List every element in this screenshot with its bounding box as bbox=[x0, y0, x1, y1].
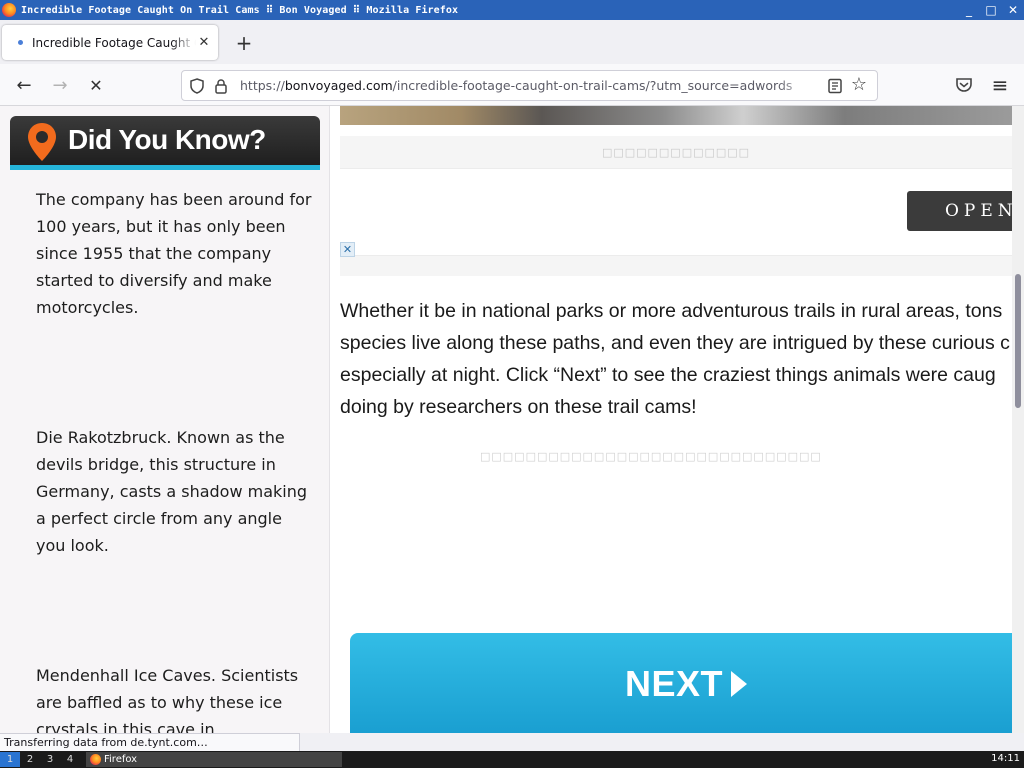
workspace-1[interactable]: 1 bbox=[0, 752, 20, 767]
article-column: □□□□□□□□□□□□□ OPEN ✕ Whether it be in na… bbox=[340, 106, 1022, 733]
page-content: Did You Know? The company has been aroun… bbox=[0, 106, 1024, 733]
workspace-3[interactable]: 3 bbox=[40, 752, 60, 767]
scrollbar-thumb[interactable] bbox=[1015, 274, 1021, 408]
url-scheme: https:// bbox=[240, 78, 285, 93]
url-path: /incredible-footage-caught-on-trail-cams… bbox=[392, 78, 793, 93]
ad-open-button[interactable]: OPEN bbox=[907, 191, 1019, 231]
next-button-label: NEXT bbox=[624, 663, 723, 704]
did-you-know-header: Did You Know? bbox=[10, 116, 320, 170]
firefox-taskbar-icon bbox=[90, 754, 101, 765]
minimize-button[interactable]: _ bbox=[958, 0, 980, 20]
article-line: especially at night. Click “Next” to see… bbox=[340, 364, 996, 386]
fact-text-1: The company has been around for 100 year… bbox=[36, 190, 312, 317]
status-panel: Transferring data from de.tynt.com… bbox=[0, 733, 300, 751]
tab-close-button[interactable]: ✕ bbox=[196, 34, 212, 50]
next-button[interactable]: NEXT bbox=[350, 633, 1022, 733]
os-taskbar: 1 2 3 4 Firefox 14:11 bbox=[0, 751, 1024, 768]
ad-label: □□□□□□□□□□□□□ bbox=[601, 146, 751, 159]
article-line: doing by researchers on these trail cams… bbox=[340, 396, 697, 418]
navigation-toolbar: ← → ✕ https://bonvoyaged.com/incredible-… bbox=[0, 64, 1024, 106]
lock-icon[interactable] bbox=[214, 78, 228, 94]
stop-button[interactable]: ✕ bbox=[85, 74, 107, 96]
workspace-4[interactable]: 4 bbox=[60, 752, 80, 767]
new-tab-button[interactable]: + bbox=[233, 32, 255, 54]
window-title: Incredible Footage Caught On Trail Cams … bbox=[21, 4, 459, 16]
tab-active[interactable]: Incredible Footage Caught On Trail Cams … bbox=[2, 25, 218, 60]
close-window-button[interactable]: ✕ bbox=[1002, 0, 1024, 20]
url-bar[interactable]: https://bonvoyaged.com/incredible-footag… bbox=[181, 70, 878, 101]
maximize-button[interactable]: □ bbox=[980, 0, 1002, 20]
taskbar-firefox-item[interactable]: Firefox bbox=[86, 752, 342, 767]
url-text[interactable]: https://bonvoyaged.com/incredible-footag… bbox=[240, 78, 812, 93]
back-button[interactable]: ← bbox=[13, 74, 35, 96]
window-titlebar: Incredible Footage Caught On Trail Cams … bbox=[0, 0, 1024, 20]
tab-loading-icon bbox=[18, 40, 23, 45]
ad-container: □□□□□□□□□□□□□ OPEN bbox=[340, 136, 1019, 276]
taskbar-clock: 14:11 bbox=[991, 753, 1020, 764]
workspace-2[interactable]: 2 bbox=[20, 752, 40, 767]
article-body: Whether it be in national parks or more … bbox=[340, 295, 1024, 423]
ad-placeholder-label: □□□□□□□□□□□□□□□□□□□□□□□□□□□□□□ bbox=[480, 450, 822, 463]
page-scrollbar[interactable] bbox=[1012, 106, 1024, 733]
hero-image bbox=[340, 106, 1012, 125]
app-menu-button[interactable]: ≡ bbox=[989, 73, 1011, 97]
window-controls: _ □ ✕ bbox=[958, 0, 1024, 20]
pocket-icon[interactable] bbox=[955, 76, 973, 94]
tab-title: Incredible Footage Caught On Trail Cams bbox=[32, 35, 196, 50]
tracking-protection-shield-icon[interactable] bbox=[190, 77, 204, 94]
ad-banner[interactable]: OPEN bbox=[340, 168, 1019, 256]
bookmark-star-icon[interactable]: ☆ bbox=[849, 75, 869, 95]
fact-text-3: Mendenhall Ice Caves. Scientists are baf… bbox=[36, 666, 299, 733]
firefox-logo-icon bbox=[2, 3, 16, 17]
article-line: Whether it be in national parks or more … bbox=[340, 300, 1003, 322]
taskbar-task-label: Firefox bbox=[104, 754, 138, 765]
tab-strip: Incredible Footage Caught On Trail Cams … bbox=[0, 20, 1024, 64]
url-host: bonvoyaged.com bbox=[284, 78, 393, 93]
play-arrow-icon bbox=[731, 671, 747, 697]
did-you-know-sidebar: Did You Know? The company has been aroun… bbox=[0, 106, 330, 733]
forward-button[interactable]: → bbox=[49, 74, 71, 96]
did-you-know-title: Did You Know? bbox=[68, 124, 266, 155]
ad-close-button[interactable]: ✕ bbox=[340, 242, 355, 257]
article-line: species live along these paths, and even… bbox=[340, 332, 1010, 354]
reader-view-icon[interactable] bbox=[827, 78, 843, 94]
fact-text-2: Die Rakotzbruck. Known as the devils bri… bbox=[36, 428, 308, 555]
map-pin-icon bbox=[28, 123, 56, 161]
